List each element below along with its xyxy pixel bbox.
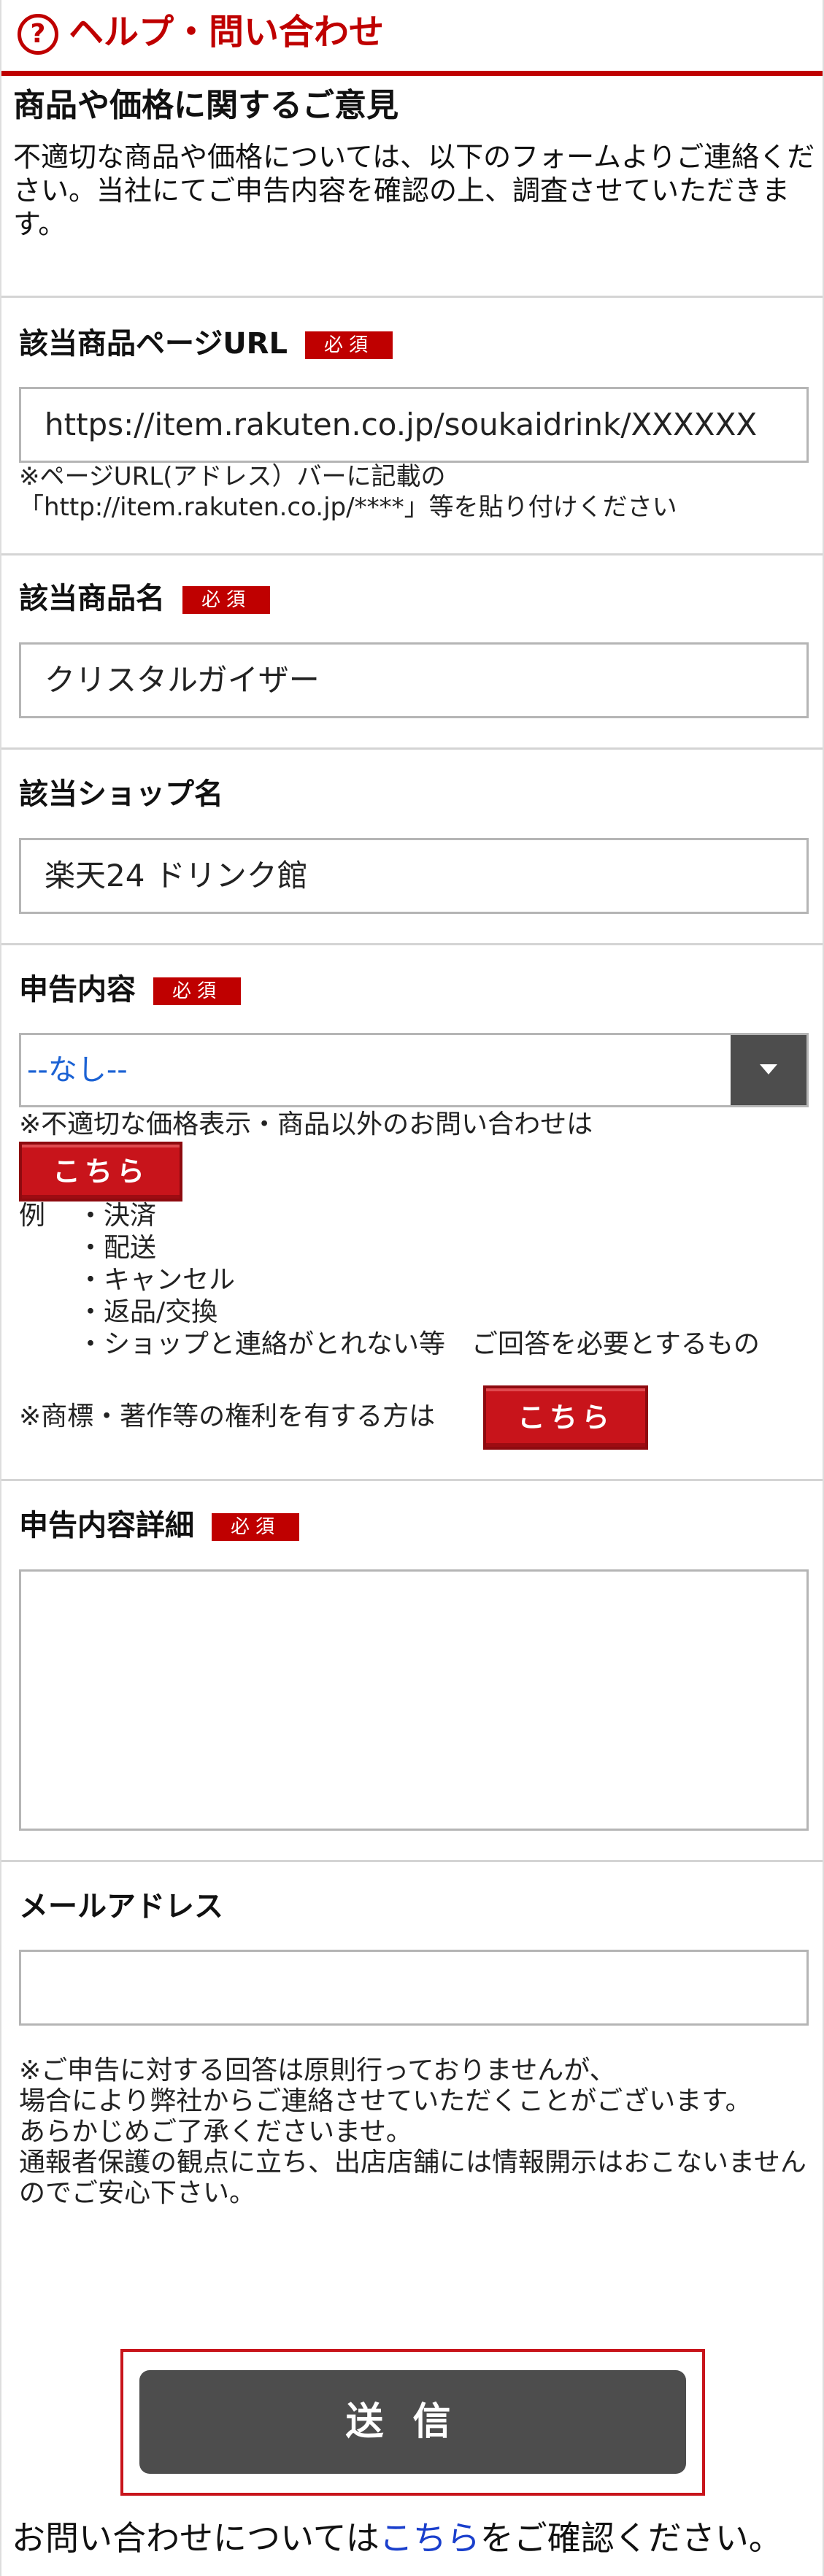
list-item: ・配送 <box>77 1233 157 1263</box>
email-label-text: メールアドレス <box>19 1890 223 1923</box>
page: ? ヘルプ・問い合わせ 商品や価格に関するご意見 不適切な商品や価格については、… <box>0 0 824 2576</box>
footer-suffix: をご確認ください。 <box>480 2518 782 2558</box>
chevron-down-icon <box>731 1035 806 1105</box>
shop-label-text: 該当ショップ名 <box>19 777 223 811</box>
divider <box>1 553 823 555</box>
list-item: ・決済 <box>77 1201 157 1231</box>
required-badge: 必須 <box>212 1513 299 1541</box>
product-label-text: 該当商品名 <box>19 582 165 615</box>
other-inquiry-button[interactable]: こちら <box>19 1142 182 1202</box>
url-note-line2: 「http://item.rakuten.co.jp/****」等を貼り付けくだ… <box>19 493 677 522</box>
disclaimer: ※ご申告に対する回答は原則行っておりませんが、 場合により弊社からご連絡させてい… <box>19 2056 807 2209</box>
disclaimer-line: 場合により弊社からご連絡させていただくことがございます。 <box>19 2086 752 2116</box>
trademark-inquiry-button[interactable]: こちら <box>483 1385 648 1450</box>
divider <box>1 296 823 298</box>
list-item: ・ショップと連絡がとれない等 ご回答を必要とするもの <box>77 1329 760 1359</box>
url-field-label: 該当商品ページURL 必須 <box>19 323 393 364</box>
report-field-label: 申告内容 必須 <box>19 969 241 1010</box>
required-badge: 必須 <box>182 586 270 614</box>
report-type-selected: --なし-- <box>27 1053 128 1087</box>
divider <box>1 1479 823 1481</box>
help-circle-icon: ? <box>18 14 58 55</box>
footer-prefix: お問い合わせについては <box>12 2518 380 2558</box>
email-input[interactable] <box>19 1950 809 2026</box>
disclaimer-line: ※ご申告に対する回答は原則行っておりませんが、 <box>19 2056 616 2085</box>
section-description: 不適切な商品や価格については、以下のフォームよりご連絡ください。当社にてご申告内… <box>13 141 815 240</box>
page-header: ? ヘルプ・問い合わせ <box>1 0 823 76</box>
product-field-label: 該当商品名 必須 <box>19 578 270 619</box>
required-badge: 必須 <box>153 977 241 1005</box>
list-item: ・返品/交換 <box>77 1297 218 1327</box>
shop-name-input[interactable]: 楽天24 ドリンク館 <box>19 838 809 914</box>
trademark-note: ※商標・著作等の権利を有する方は <box>19 1402 436 1431</box>
shop-field-label: 該当ショップ名 <box>19 774 223 815</box>
required-badge: 必須 <box>304 331 393 359</box>
example-heading: 例 <box>19 1201 46 1231</box>
details-label-text: 申告内容詳細 <box>19 1509 194 1542</box>
page-title: ヘルプ・問い合わせ <box>69 12 385 53</box>
details-field-label: 申告内容詳細 必須 <box>19 1505 299 1546</box>
section-title: 商品や価格に関するご意見 <box>13 87 398 124</box>
url-label-text: 該当商品ページURL <box>19 327 288 361</box>
footer-text: お問い合わせについてはこちらをご確認ください。 <box>12 2515 782 2561</box>
url-input[interactable]: https://item.rakuten.co.jp/soukaidrink/X… <box>19 387 809 463</box>
url-note-line1: ※ページURL(アドレス）バーに記載の <box>19 462 446 491</box>
details-textarea[interactable] <box>19 1569 809 1831</box>
divider <box>1 1860 823 1862</box>
footer-link[interactable]: こちら <box>380 2518 480 2558</box>
report-type-select[interactable]: --なし-- <box>19 1033 809 1107</box>
disclaimer-line: あらかじめご了承くださいませ。 <box>19 2117 412 2147</box>
email-field-label: メールアドレス <box>19 1886 223 1927</box>
report-note: ※不適切な価格表示・商品以外のお問い合わせは <box>19 1110 593 1139</box>
divider <box>1 943 823 945</box>
disclaimer-line: 通報者保護の観点に立ち、出店店舗には情報開示はおこないませんのでご安心下さい。 <box>19 2148 806 2208</box>
list-item: ・キャンセル <box>77 1265 236 1295</box>
product-name-input[interactable]: クリスタルガイザー <box>19 642 809 718</box>
divider <box>1 747 823 750</box>
report-label-text: 申告内容 <box>19 973 136 1007</box>
submit-button[interactable]: 送信 <box>139 2370 686 2474</box>
